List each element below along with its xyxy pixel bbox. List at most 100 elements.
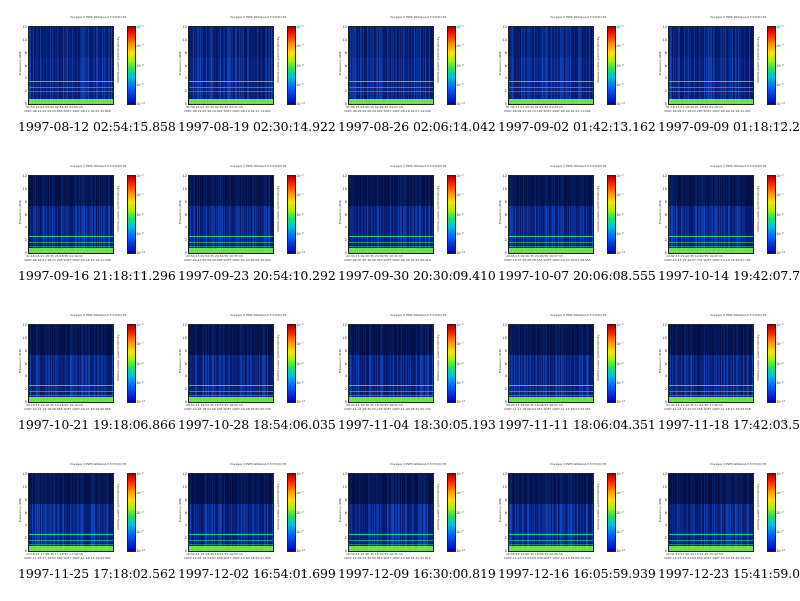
spectrogram-thumbnail[interactable]: Voyager 2 PWS Wideband 5.07/2C/78 Frequen… xyxy=(174,313,320,424)
y-tick-label: 8 xyxy=(664,50,667,55)
spectrogram-thumbnail[interactable]: Voyager 2 PWS Wideband 5.07/2C/78 Frequen… xyxy=(14,313,160,424)
spectrogram-thumbnail[interactable]: Voyager 2 PWS Wideband 5.07/2C/78 Frequen… xyxy=(654,164,800,275)
timestamp-caption[interactable]: 1997-11-04 18:30:05.193 xyxy=(338,417,496,432)
timestamp-caption[interactable]: 1997-09-23 20:54:10.292 xyxy=(178,268,336,283)
y-axis-ticks: 12 10 8 6 4 2 0 xyxy=(501,472,507,553)
y-tick-label: 2 xyxy=(344,387,347,392)
y-tick-label: 10 xyxy=(342,335,347,340)
colorbar-tick-label: 10⁻¹⁰ xyxy=(136,251,146,255)
x-axis-range: 1997-10-28 18:54:06.035 SCET 1997-10-28 … xyxy=(184,407,271,411)
y-tick-label: 12 xyxy=(342,472,347,476)
spectrogram-svg xyxy=(669,27,753,104)
spectrogram-thumbnail[interactable]: Voyager 2 PWS Wideband 5.07/2C/78 Frequen… xyxy=(14,164,160,275)
y-tick-label: 10 xyxy=(502,484,507,489)
y-tick-label: 8 xyxy=(184,199,187,204)
spectrogram-thumbnail[interactable]: Voyager 2 PWS Wideband 5.07/2C/78 Frequen… xyxy=(654,15,800,126)
spectrogram-thumbnail[interactable]: Voyager 2 PWS Wideband 5.07/2C/78 Frequen… xyxy=(334,313,480,424)
spectrogram-svg xyxy=(669,325,753,402)
y-tick-label: 2 xyxy=(184,387,187,392)
plot-title: Voyager 2 PWS Wideband 5.07/2C/78 xyxy=(229,462,287,466)
timestamp-caption[interactable]: 1997-10-28 18:54:06.035 xyxy=(178,417,336,432)
timestamp-caption[interactable]: 1997-12-23 15:41:59.059 xyxy=(658,566,800,581)
y-tick-label: 8 xyxy=(344,199,347,204)
timestamp-caption[interactable]: 1997-08-26 02:06:14.042 xyxy=(338,119,496,134)
y-tick-label: 2 xyxy=(344,89,347,94)
plot-title: Voyager 2 PWS Wideband 5.07/2C/78 xyxy=(229,164,287,168)
x-axis-range: 1997-10-07 20:06:08.555 SCET 1997-10-07 … xyxy=(504,258,591,262)
y-tick-label: 12 xyxy=(182,323,187,327)
x-axis-range: 1997-08-19 02:30:14.922 SCET 1997-08-19 … xyxy=(184,109,271,113)
y-tick-label: 12 xyxy=(182,174,187,178)
colorbar-tick-label: 10⁻⁸ xyxy=(296,361,304,366)
y-tick-label: 4 xyxy=(664,76,667,81)
timestamp-caption[interactable]: 1997-08-12 02:54:15.858 xyxy=(18,119,176,134)
y-tick-label: 4 xyxy=(184,76,187,81)
colorbar-tick-label: 10⁻⁷ xyxy=(616,193,624,198)
spectrogram-thumbnail[interactable]: Voyager 2 PWS Wideband 5.07/2C/78 Frequen… xyxy=(334,462,480,573)
y-tick-label: 2 xyxy=(184,238,187,243)
timestamp-caption[interactable]: 1997-09-30 20:30:09.410 xyxy=(338,268,496,283)
timestamp-caption[interactable]: 1997-12-16 16:05:59.939 xyxy=(498,566,656,581)
timestamp-caption[interactable]: 1997-09-16 21:18:11.296 xyxy=(18,268,176,283)
timestamp-caption[interactable]: 1997-11-18 17:42:03.508 xyxy=(658,417,800,432)
x-axis-range: 1997-12-23 15:41:59.059 SCET 1997-12-23 … xyxy=(664,556,751,560)
colorbar-ticks: 10⁻⁶ 10⁻⁷ 10⁻⁸ 10⁻⁹ 10⁻¹⁰ xyxy=(455,25,467,106)
y-tick-label: 2 xyxy=(344,536,347,541)
gallery-item: Voyager 2 PWS Wideband 5.07/2C/78 Frequen… xyxy=(0,5,176,154)
timestamp-caption[interactable]: 1997-10-14 19:42:07.701 xyxy=(658,268,800,283)
gallery-item: Voyager 2 PWS Wideband 5.07/2C/78 Frequen… xyxy=(640,303,800,452)
y-tick-label: 6 xyxy=(24,212,27,217)
colorbar-label: relative power spectral density xyxy=(276,483,280,531)
y-tick-label: 8 xyxy=(344,497,347,502)
timestamp-caption[interactable]: 1997-12-09 16:30:00.819 xyxy=(338,566,496,581)
timestamp-caption[interactable]: 1997-09-02 01:42:13.162 xyxy=(498,119,656,134)
y-axis-ticks: 12 10 8 6 4 2 0 xyxy=(181,174,187,255)
spectrogram-thumbnail[interactable]: Voyager 2 PWS Wideband 5.07/2C/78 Frequen… xyxy=(174,15,320,126)
colorbar-tick-label: 10⁻⁶ xyxy=(456,174,464,178)
colorbar-ticks: 10⁻⁶ 10⁻⁷ 10⁻⁸ 10⁻⁹ 10⁻¹⁰ xyxy=(295,174,307,255)
y-tick-label: 10 xyxy=(662,335,667,340)
spectrogram-image xyxy=(508,324,594,403)
y-tick-label: 6 xyxy=(664,212,667,217)
timestamp-caption[interactable]: 1997-11-11 18:06:04.351 xyxy=(498,417,656,432)
spectrogram-thumbnail[interactable]: Voyager 2 PWS Wideband 5.07/2C/78 Frequen… xyxy=(494,462,640,573)
spectrogram-thumbnail[interactable]: Voyager 2 PWS Wideband 5.07/2C/78 Frequen… xyxy=(494,164,640,275)
x-axis-range: 1997-12-02 16:54:01.699 SCET 1997-12-02 … xyxy=(184,556,271,560)
timestamp-caption[interactable]: 1997-12-02 16:54:01.699 xyxy=(178,566,336,581)
timestamp-caption[interactable]: 1997-09-09 01:18:12.283 xyxy=(658,119,800,134)
colorbar-tick-label: 10⁻⁸ xyxy=(136,212,144,217)
spectrogram-thumbnail[interactable]: Voyager 2 PWS Wideband 5.07/2C/78 Frequen… xyxy=(334,164,480,275)
spectrogram-thumbnail[interactable]: Voyager 2 PWS Wideband 5.07/2C/78 Frequen… xyxy=(494,15,640,126)
y-tick-label: 2 xyxy=(344,238,347,243)
spectrogram-thumbnail[interactable]: Voyager 2 PWS Wideband 5.07/2C/78 Frequen… xyxy=(174,462,320,573)
colorbar-tick-label: 10⁻⁹ xyxy=(296,82,304,87)
spectrogram-image xyxy=(348,175,434,254)
spectrogram-thumbnail[interactable]: Voyager 2 PWS Wideband 5.07/2C/78 Frequen… xyxy=(334,15,480,126)
y-axis-ticks: 12 10 8 6 4 2 0 xyxy=(21,472,27,553)
colorbar-tick-label: 10⁻⁸ xyxy=(136,361,144,366)
gallery-item: Voyager 2 PWS Wideband 5.07/2C/78 Frequen… xyxy=(640,154,800,303)
spectrogram-thumbnail[interactable]: Voyager 2 PWS Wideband 5.07/2C/78 Frequen… xyxy=(494,313,640,424)
gallery-item: Voyager 2 PWS Wideband 5.07/2C/78 Frequen… xyxy=(320,154,496,303)
spectrogram-image xyxy=(348,324,434,403)
spectrogram-thumbnail[interactable]: Voyager 2 PWS Wideband 5.07/2C/78 Frequen… xyxy=(14,15,160,126)
y-tick-label: 6 xyxy=(24,510,27,515)
spectrogram-thumbnail[interactable]: Voyager 2 PWS Wideband 5.07/2C/78 Frequen… xyxy=(654,462,800,573)
spectrogram-thumbnail[interactable]: Voyager 2 PWS Wideband 5.07/2C/78 Frequen… xyxy=(654,313,800,424)
timestamp-caption[interactable]: 1997-08-19 02:30:14.922 xyxy=(178,119,336,134)
timestamp-caption[interactable]: 1997-11-25 17:18:02.562 xyxy=(18,566,176,581)
y-tick-label: 12 xyxy=(342,323,347,327)
plot-title: Voyager 2 PWS Wideband 5.07/2C/78 xyxy=(549,15,607,19)
timestamp-caption[interactable]: 1997-10-21 19:18:06.866 xyxy=(18,417,176,432)
y-tick-label: 6 xyxy=(504,63,507,68)
colorbar-tick-label: 10⁻⁷ xyxy=(456,342,464,347)
timestamp-caption[interactable]: 1997-10-07 20:06:08.555 xyxy=(498,268,656,283)
y-tick-label: 6 xyxy=(184,361,187,366)
spectrogram-image xyxy=(508,175,594,254)
spectrogram-thumbnail[interactable]: Voyager 2 PWS Wideband 5.07/2C/78 Frequen… xyxy=(174,164,320,275)
spectrogram-thumbnail[interactable]: Voyager 2 PWS Wideband 5.07/2C/78 Frequen… xyxy=(14,462,160,573)
colorbar-tick-label: 10⁻⁷ xyxy=(776,193,784,198)
colorbar-ticks: 10⁻⁶ 10⁻⁷ 10⁻⁸ 10⁻⁹ 10⁻¹⁰ xyxy=(295,323,307,404)
gallery-item: Voyager 2 PWS Wideband 5.07/2C/78 Frequen… xyxy=(160,154,336,303)
y-axis-ticks: 12 10 8 6 4 2 0 xyxy=(21,323,27,404)
